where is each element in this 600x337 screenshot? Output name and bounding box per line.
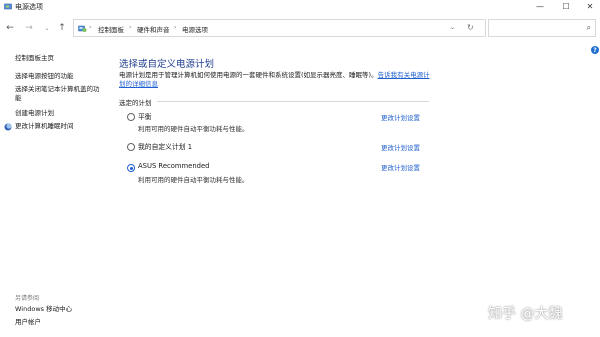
forward-button[interactable]: → — [24, 23, 34, 33]
sidebar-item-sleep-time[interactable]: 更改计算机睡眠时间 — [15, 122, 74, 131]
sidebar-item-lid-close[interactable]: 选择关闭笔记本计算机盖的功 — [15, 85, 100, 94]
plan-name-custom[interactable]: 我的自定义计划 1 — [138, 141, 192, 151]
breadcrumb-separator: › — [174, 24, 177, 31]
control-panel-icon — [78, 25, 87, 32]
plan-name-balanced[interactable]: 平衡 — [138, 111, 152, 121]
change-plan-settings-balanced[interactable]: 更改计划设置 — [381, 112, 420, 122]
watermark: 知乎 @大魏 — [488, 306, 563, 322]
plan-desc-asus-recommended: 利用可用的硬件自动平衡功耗与性能。 — [138, 176, 249, 184]
plan-radio-balanced[interactable] — [127, 113, 135, 121]
maximize-button[interactable]: ☐ — [554, 0, 578, 13]
power-plan-info-link-cont[interactable]: 划的详细信息 — [119, 80, 158, 88]
page-title: 选择或自定义电源计划 — [119, 59, 215, 70]
address-bar[interactable]: › 控制面板 › 硬件和声音 › 电源选项 ⌄ ↻ — [73, 19, 486, 37]
refresh-icon[interactable]: ↻ — [467, 23, 474, 32]
plan-radio-asus-recommended[interactable] — [127, 164, 135, 172]
recent-locations-button[interactable]: ⌄ — [42, 23, 52, 33]
breadcrumb-hardware-sound[interactable]: 硬件和声音 — [137, 24, 170, 34]
change-plan-settings-asus[interactable]: 更改计划设置 — [381, 162, 420, 172]
sidebar: 控制面板主页 选择电源按钮的功能 选择关闭笔记本计算机盖的功 能 创建电源计划 … — [0, 40, 110, 337]
breadcrumb-separator: › — [89, 24, 92, 31]
back-button[interactable]: ← — [5, 23, 15, 33]
plan-radio-custom[interactable] — [127, 143, 135, 151]
sidebar-home-link[interactable]: 控制面板主页 — [15, 54, 54, 63]
see-also-heading: 另请参阅 — [15, 295, 40, 302]
address-dropdown-icon[interactable]: ⌄ — [450, 24, 455, 31]
change-plan-settings-custom[interactable]: 更改计划设置 — [381, 142, 420, 152]
section-divider — [157, 101, 429, 102]
sleep-moon-icon — [4, 123, 12, 131]
breadcrumb-separator: › — [129, 24, 132, 31]
breadcrumb-power-options[interactable]: 电源选项 — [182, 24, 208, 34]
sidebar-link-user-accounts[interactable]: 用户帐户 — [15, 318, 41, 327]
minimize-button[interactable]: — — [528, 0, 552, 13]
sidebar-item-power-buttons[interactable]: 选择电源按钮的功能 — [15, 72, 74, 81]
sidebar-item-create-plan[interactable]: 创建电源计划 — [15, 109, 54, 118]
selected-plans-heading: 选定的计划 — [119, 99, 152, 107]
plan-name-asus-recommended[interactable]: ASUS Recommended — [138, 162, 209, 170]
breadcrumb-control-panel[interactable]: 控制面板 — [98, 24, 124, 34]
window-title: 电源选项 — [15, 3, 43, 11]
plan-desc-balanced: 利用可用的硬件自动平衡功耗与性能。 — [138, 125, 249, 133]
power-plan-info-link[interactable]: 告诉我有关电源计 — [378, 71, 430, 79]
close-button[interactable]: ✕ — [578, 0, 600, 13]
power-options-icon — [4, 3, 12, 10]
page-description: 电源计划是用于管理计算机如何使用电源的一套硬件和系统设置(如显示器亮度、睡眠等)… — [119, 71, 431, 89]
search-icon: ⌕ — [586, 23, 591, 32]
sidebar-item-lid-close-cont[interactable]: 能 — [15, 94, 22, 103]
search-input[interactable]: ⌕ — [488, 19, 596, 37]
help-icon[interactable]: ? — [591, 46, 599, 54]
sidebar-link-mobility-center[interactable]: Windows 移动中心 — [15, 305, 72, 314]
title-bar: 电源选项 — ☐ ✕ — [0, 0, 600, 13]
up-button[interactable]: ↑ — [57, 23, 67, 33]
description-text: 电源计划是用于管理计算机如何使用电源的一套硬件和系统设置(如显示器亮度、睡眠等)… — [119, 71, 378, 79]
